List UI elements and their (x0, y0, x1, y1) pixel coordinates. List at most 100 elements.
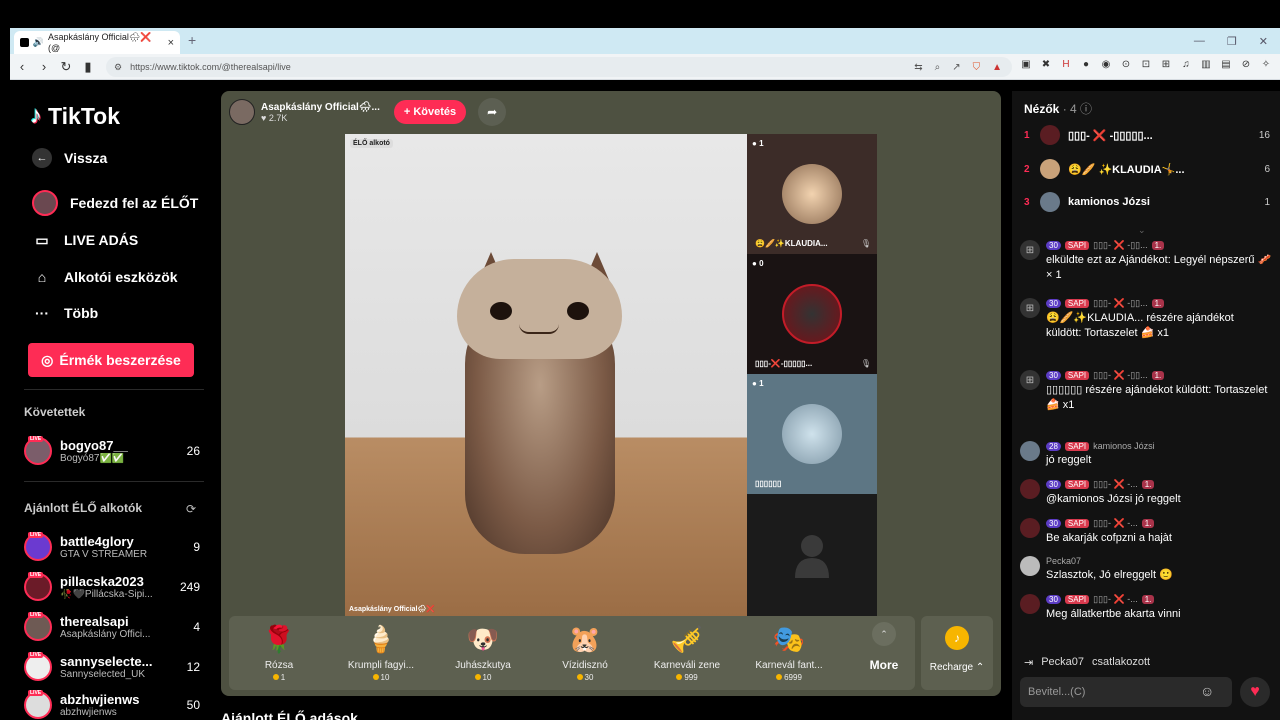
viewer-row[interactable]: 1 ▯▯▯- ❌ -▯▯▯▯▯... 16 (1024, 123, 1270, 147)
extension-h-icon[interactable]: ⊞ (1160, 59, 1172, 70)
new-tab-icon[interactable]: + (188, 32, 196, 48)
chat-message[interactable]: ⊞ 30 SAPI ▯▯▯- ❌ -▯▯... 1. ▯▯▯▯▯▯ részére a… (1020, 370, 1272, 413)
rank-badge: 1. (1151, 241, 1165, 250)
gift-icon: ⊞ (1020, 370, 1040, 390)
recommended-creator[interactable]: LIVE battle4glory GTA V STREAMER 9 (24, 529, 200, 565)
recommended-creator[interactable]: LIVE pillacska2023 🥀🖤Pillácska-Sipi... 24… (24, 569, 200, 605)
guest-tile[interactable]: ● 0 ▯▯▯-❌-▯▯▯▯▯... 🎙 (747, 254, 877, 374)
extension-b-icon[interactable]: ✖ (1040, 59, 1052, 70)
vpn-icon[interactable]: ⊘ (1240, 59, 1252, 70)
recharge-button[interactable]: ♪ Recharge ⌃ (921, 616, 993, 690)
tiktok-coin-icon: ♪ (945, 626, 969, 650)
site-settings-icon[interactable]: ⚙ (114, 62, 122, 73)
tiktok-favicon-icon (20, 38, 29, 47)
reload-icon[interactable]: ↻ (56, 59, 76, 75)
live-badge: LIVE (28, 652, 44, 658)
url-field[interactable]: ⚙ https://www.tiktok.com/@therealsapi/li… (106, 57, 1012, 77)
music-icon[interactable]: ♫ (1180, 59, 1192, 70)
bookmark-icon[interactable]: ▮ (78, 59, 98, 75)
nav-explore-live[interactable]: Fedezd fel az ÉLŐT (32, 190, 198, 216)
expand-viewers-icon[interactable]: ⌄ (1138, 225, 1146, 236)
more-gifts-button[interactable]: ⌃ More (859, 622, 909, 672)
recommended-creator[interactable]: LIVE abzhwjienws abzhwjienws 50 (24, 687, 200, 720)
gift-item[interactable]: 🍦 Krumpli fagyi... 10 (331, 622, 431, 682)
extension-d-icon[interactable]: ● (1080, 59, 1092, 70)
heart-icon[interactable]: ♥ (1240, 677, 1270, 707)
chat-message[interactable]: 28 SAPI kamionos Józsi jó reggelt (1020, 441, 1272, 468)
coin-icon: ◎ (41, 351, 54, 368)
chat-message[interactable]: 30 SAPI ▯▯▯- ❌ -... 1. @kamionos Józsi jó r… (1020, 479, 1272, 507)
chat-message[interactable]: 30 SAPI ▯▯▯- ❌ -... 1. Be akarják cofpzni a… (1020, 518, 1272, 546)
gift-item[interactable]: 🐹 Vízidisznó 30 (535, 622, 635, 682)
live-badge: LIVE (28, 612, 44, 618)
viewer-count: 26 (186, 444, 200, 458)
nav-more[interactable]: ··· Több (32, 303, 98, 323)
share-arrow-icon[interactable]: ➦ (478, 98, 507, 126)
tiktok-logo[interactable]: ♪ TikTok (30, 102, 120, 130)
live-creator-tag: ÉLŐ alkotó (350, 139, 393, 148)
gift-item[interactable]: 🎺 Karneváli zene 999 (637, 622, 737, 682)
recommended-creator[interactable]: LIVE sannyselecte... Sannyselected_UK 12 (24, 649, 200, 685)
browser-tab[interactable]: 🔊 Asapkáslány Official🌧❌ (@ × (14, 31, 180, 54)
refresh-icon[interactable]: ⟳ (186, 502, 196, 516)
nav-go-live[interactable]: ▭ LIVE ADÁS (32, 230, 138, 250)
rewards-icon[interactable]: ▲ (992, 62, 1002, 73)
recharge-label: Recharge ⌃ (929, 662, 985, 673)
share-icon[interactable]: ↗ (952, 62, 960, 73)
host-name[interactable]: Asapkáslány Official🌧... (261, 102, 380, 113)
fan-badge: SAPI (1064, 441, 1090, 451)
followed-header: Követettek (24, 405, 86, 419)
main-video[interactable]: ÉLŐ alkotó Asapkáslány Official🌧❌ (345, 134, 747, 616)
chat-message[interactable]: ⊞ 30 SAPI ▯▯▯- ❌ -▯▯... 1. 😩🥖✨KLAUDIA... ré… (1020, 298, 1272, 341)
tiktok-page: ♪ TikTok ← Vissza Fedezd fel az ÉLŐT ▭ L… (10, 80, 1280, 720)
gift-name: Rózsa (264, 660, 294, 671)
zoom-icon[interactable]: ⌕ (935, 62, 941, 73)
guest-tile[interactable]: ● 1 ▯▯▯▯▯▯ (747, 374, 877, 494)
message-user: ▯▯▯- ❌ -▯▯... (1093, 298, 1148, 308)
emoji-icon[interactable]: ☺ (1200, 683, 1214, 699)
chat-message[interactable]: Pecka07 Szlasztok, Jó elreggelt 🙂 (1020, 556, 1272, 583)
back-icon[interactable]: ‹ (12, 59, 32, 74)
follow-button[interactable]: + Követés (393, 100, 467, 124)
back-link[interactable]: ← Vissza (32, 148, 107, 168)
get-coins-button[interactable]: ◎ Érmék beszerzése (28, 343, 194, 377)
sidebar-icon[interactable]: ▥ (1200, 59, 1212, 70)
minimize-icon[interactable]: — (1194, 35, 1205, 47)
nav-creator-tools[interactable]: ⌂ Alkotói eszközök (32, 267, 178, 287)
chat-message[interactable]: ⊞ 30 SAPI ▯▯▯- ❌ -▯▯... 1. elküldte ezt az … (1020, 240, 1272, 283)
message-text: ▯▯▯▯▯▯ részére ajándékot küldött: Tortas… (1046, 384, 1268, 411)
gift-price-value: 999 (684, 673, 698, 682)
forward-icon[interactable]: › (34, 59, 54, 74)
extension-e-icon[interactable]: ◉ (1100, 59, 1112, 70)
extension-c-icon[interactable]: H (1060, 59, 1072, 70)
wallet-icon[interactable]: ▤ (1220, 59, 1232, 70)
rank-badge: 1. (1141, 595, 1155, 604)
viewer-row[interactable]: 2 😩🥖 ✨KLAUDIA🤸... 6 (1024, 157, 1270, 181)
guest-tile[interactable]: ● 1 😩🥖✨KLAUDIA... 🎙 (747, 134, 877, 254)
gift-price: 1 (229, 673, 329, 682)
gift-item[interactable]: 🎭 Karnevál fant... 6999 (739, 622, 839, 682)
leo-icon[interactable]: ✧ (1260, 59, 1272, 70)
guest-tile-empty[interactable] (747, 494, 877, 616)
viewer-row[interactable]: 3 kamionos Józsi 1 (1024, 190, 1270, 214)
gift-item[interactable]: 🌹 Rózsa 1 (229, 622, 329, 682)
translate-icon[interactable]: ⇆ (914, 62, 922, 73)
speaker-icon[interactable]: 🔊 (33, 37, 44, 48)
host-avatar[interactable] (229, 99, 255, 125)
help-icon[interactable]: ⓘ (1080, 102, 1092, 116)
close-tab-icon[interactable]: × (168, 37, 174, 49)
restore-icon[interactable]: ❐ (1227, 35, 1237, 48)
recommended-creator[interactable]: LIVE therealsapi Asapkáslány Offici... 4 (24, 609, 200, 645)
live-stream-panel: Asapkáslány Official🌧... ♥ 2.7K + Követé… (221, 91, 1001, 696)
message-user: ▯▯▯- ❌ -▯▯... (1093, 370, 1148, 380)
extension-f-icon[interactable]: ⊙ (1120, 59, 1132, 70)
close-window-icon[interactable]: ✕ (1259, 35, 1268, 48)
avatar (1040, 125, 1060, 145)
brave-shield-icon[interactable]: ⛉ (973, 62, 981, 73)
gift-item[interactable]: 🐶 Juhászkutya 10 (433, 622, 533, 682)
live-badge: LIVE (28, 532, 44, 538)
extension-g-icon[interactable]: ⊡ (1140, 59, 1152, 70)
extension-a-icon[interactable]: ▣ (1020, 59, 1032, 70)
followed-creator[interactable]: LIVE bogyo87__ Bogyó87✅✅ 26 (24, 433, 200, 469)
chat-message[interactable]: 30 SAPI ▯▯▯- ❌ -... 1. Meg állatkertbe akar… (1020, 594, 1272, 622)
